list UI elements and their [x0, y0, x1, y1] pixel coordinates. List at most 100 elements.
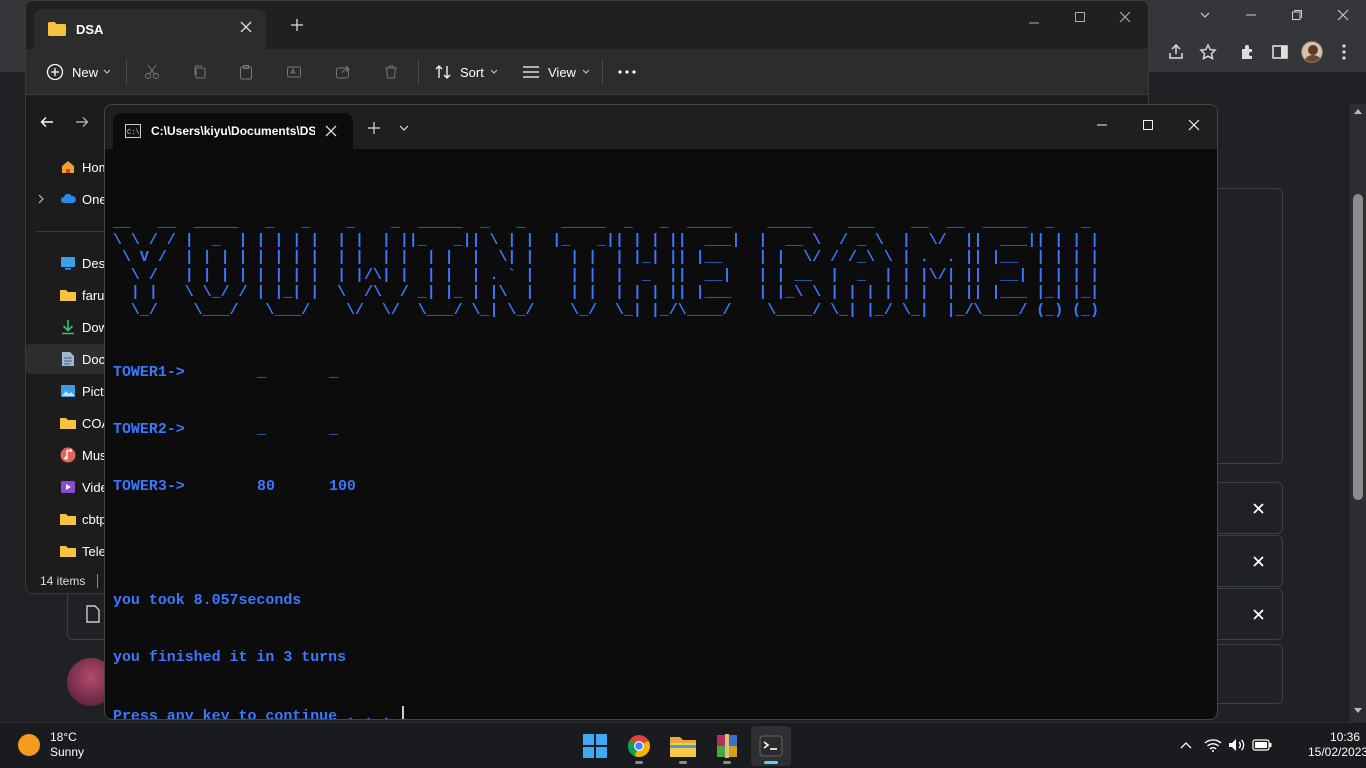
tower-disk: 80 — [257, 479, 275, 495]
back-arrow-icon[interactable] — [40, 115, 54, 129]
tower-disk: 100 — [329, 479, 356, 495]
tab-search-button[interactable] — [1182, 0, 1228, 30]
scrollbar-thumb[interactable] — [1353, 194, 1363, 500]
share-icon[interactable] — [1164, 40, 1188, 64]
start-button[interactable] — [575, 726, 615, 766]
tower-label: TOWER1-> — [113, 365, 185, 381]
cut-icon[interactable] — [144, 57, 160, 87]
sun-icon — [18, 734, 40, 756]
new-tab-icon[interactable] — [359, 113, 389, 143]
running-indicator — [635, 761, 643, 764]
sidebar-item-desktop[interactable]: Desktop — [26, 248, 116, 278]
running-indicator — [679, 761, 687, 764]
taskbar: 18°C Sunny 10:36 15/02/2023 — [0, 722, 1366, 768]
sidebar-item-coa[interactable]: COA — [26, 408, 116, 438]
close-icon[interactable] — [1248, 604, 1268, 624]
more-options-icon[interactable] — [618, 57, 636, 87]
explorer-minimize-button[interactable] — [1028, 17, 1044, 33]
wifi-icon[interactable] — [1203, 735, 1223, 755]
copy-icon[interactable] — [192, 57, 208, 87]
explorer-tab-title: DSA — [76, 21, 104, 37]
volume-icon[interactable] — [1227, 735, 1247, 755]
sidebar-item-label: cbtp — [82, 511, 107, 527]
new-button[interactable]: New — [46, 57, 111, 87]
toolbar-divider — [418, 59, 419, 85]
tower-row: TOWER1-> _ _ — [113, 364, 1209, 383]
share-file-icon[interactable] — [335, 57, 351, 87]
sidebar-item-documents[interactable]: Documents — [26, 344, 116, 374]
terminal-maximize-button[interactable] — [1125, 105, 1171, 145]
sort-button[interactable]: Sort — [434, 57, 498, 87]
explorer-close-button[interactable] — [1119, 11, 1135, 27]
tower-disk: _ — [257, 365, 266, 381]
file-icon — [86, 605, 100, 623]
console-icon: C:\ — [125, 124, 141, 138]
forward-arrow-icon[interactable] — [75, 115, 89, 129]
delete-icon[interactable] — [383, 57, 399, 87]
close-tab-icon[interactable] — [325, 125, 337, 137]
prompt-row: Press any key to continue . . . — [113, 706, 1209, 720]
clock-date: 15/02/2023 — [1308, 745, 1366, 759]
weather-widget[interactable]: 18°C Sunny — [18, 730, 84, 760]
close-icon[interactable] — [1248, 551, 1268, 571]
chrome-restore-button[interactable] — [1274, 0, 1320, 30]
sidebar-item-music[interactable]: Music — [26, 440, 116, 470]
battery-icon[interactable] — [1252, 735, 1272, 755]
tower-disk: _ — [257, 422, 266, 438]
extensions-icon[interactable] — [1236, 40, 1260, 64]
chrome-scrollbar[interactable] — [1350, 104, 1366, 722]
close-tab-icon[interactable] — [240, 21, 252, 33]
document-icon — [62, 352, 74, 366]
view-button[interactable]: View — [522, 57, 590, 87]
turns-line: you finished it in 3 turns — [113, 650, 347, 666]
sidebar-item-videos[interactable]: Videos — [26, 472, 116, 502]
profile-avatar[interactable] — [1300, 40, 1324, 64]
paste-icon[interactable] — [238, 57, 254, 87]
sidebar-divider — [36, 231, 106, 232]
taskbar-winrar[interactable] — [707, 726, 747, 766]
terminal-minimize-button[interactable] — [1079, 105, 1125, 145]
terminal-tab[interactable]: C:\ C:\Users\kiyu\Documents\DSA — [113, 113, 353, 149]
prompt-line: Press any key to continue . . . — [113, 709, 400, 720]
download-icon — [62, 320, 74, 335]
picture-icon — [61, 385, 75, 397]
folder-icon — [48, 22, 66, 36]
system-clock[interactable]: 10:36 15/02/2023 — [1308, 730, 1366, 760]
side-panel-icon[interactable] — [1268, 40, 1292, 64]
terminal-close-button[interactable] — [1171, 105, 1217, 145]
sidebar-item-onedrive[interactable]: OneDrive — [26, 184, 116, 214]
console-output[interactable]: __ __ _____ _ _ _ _ _____ _ _ _____ _ _ … — [113, 177, 1209, 719]
sidebar-item-faruk[interactable]: faruk — [26, 280, 116, 310]
chrome-minimize-button[interactable] — [1228, 0, 1274, 30]
view-label: View — [548, 64, 576, 80]
folder-icon — [60, 290, 76, 301]
bookmark-star-icon[interactable] — [1196, 40, 1220, 64]
explorer-titlebar: DSA — [26, 1, 1148, 49]
close-icon[interactable] — [1248, 498, 1268, 518]
view-icon — [523, 66, 539, 78]
sidebar-item-downloads[interactable]: Downloads — [26, 312, 116, 342]
chrome-icon — [628, 735, 650, 757]
clock-time: 10:36 — [1329, 730, 1360, 744]
taskbar-terminal[interactable] — [751, 726, 791, 766]
svg-text:C:\: C:\ — [127, 129, 140, 137]
item-count: 14 items — [40, 574, 86, 588]
chrome-close-button[interactable] — [1320, 0, 1366, 30]
sidebar-item-pictures[interactable]: Pictures — [26, 376, 116, 406]
new-tab-icon[interactable] — [290, 18, 304, 32]
chrome-menu-icon[interactable] — [1332, 40, 1356, 64]
sidebar-item-home[interactable]: Home — [26, 152, 116, 182]
chevron-up-icon[interactable] — [1176, 735, 1196, 755]
explorer-maximize-button[interactable] — [1074, 11, 1090, 27]
terminal-icon — [759, 735, 783, 757]
sidebar-item-cbtp[interactable]: cbtp — [26, 504, 116, 534]
archive-icon — [717, 734, 737, 758]
taskbar-file-explorer[interactable] — [663, 726, 703, 766]
chevron-down-icon[interactable] — [389, 113, 419, 143]
taskbar-chrome[interactable] — [619, 726, 659, 766]
status-divider — [97, 574, 99, 588]
sidebar-item-telegram[interactable]: Telegram — [26, 536, 116, 566]
explorer-tab[interactable]: DSA — [34, 9, 266, 49]
rename-icon[interactable] — [286, 57, 302, 87]
